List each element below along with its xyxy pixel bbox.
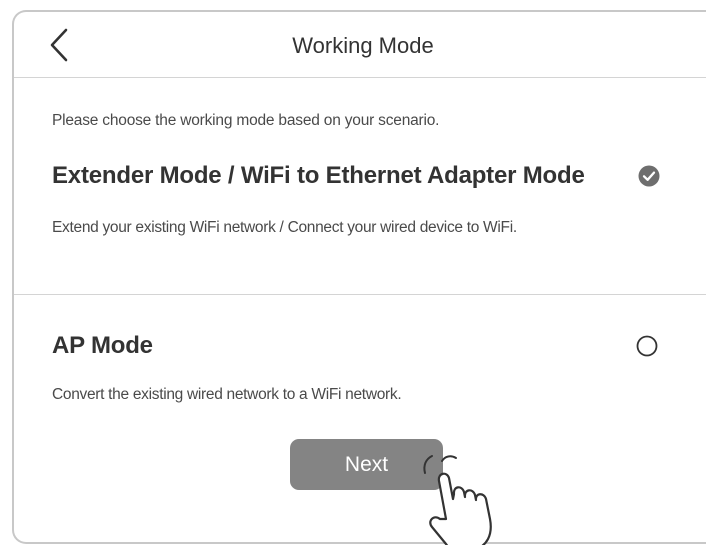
header-bar: Working Mode: [14, 12, 706, 78]
intro-text: Please choose the working mode based on …: [52, 112, 440, 129]
working-mode-panel: Working Mode Please choose the working m…: [12, 10, 706, 545]
option-description: Extend your existing WiFi network / Conn…: [52, 219, 517, 236]
pointing-hand-icon: [423, 455, 492, 545]
radio-empty-icon[interactable]: [636, 335, 658, 357]
option-title: Extender Mode / WiFi to Ethernet Adapter…: [52, 162, 585, 189]
option-title: AP Mode: [52, 332, 153, 359]
page-title: Working Mode: [292, 33, 434, 58]
option-description: Convert the existing wired network to a …: [52, 386, 402, 403]
option-divider: [14, 294, 706, 295]
check-circle-icon[interactable]: [638, 165, 660, 187]
